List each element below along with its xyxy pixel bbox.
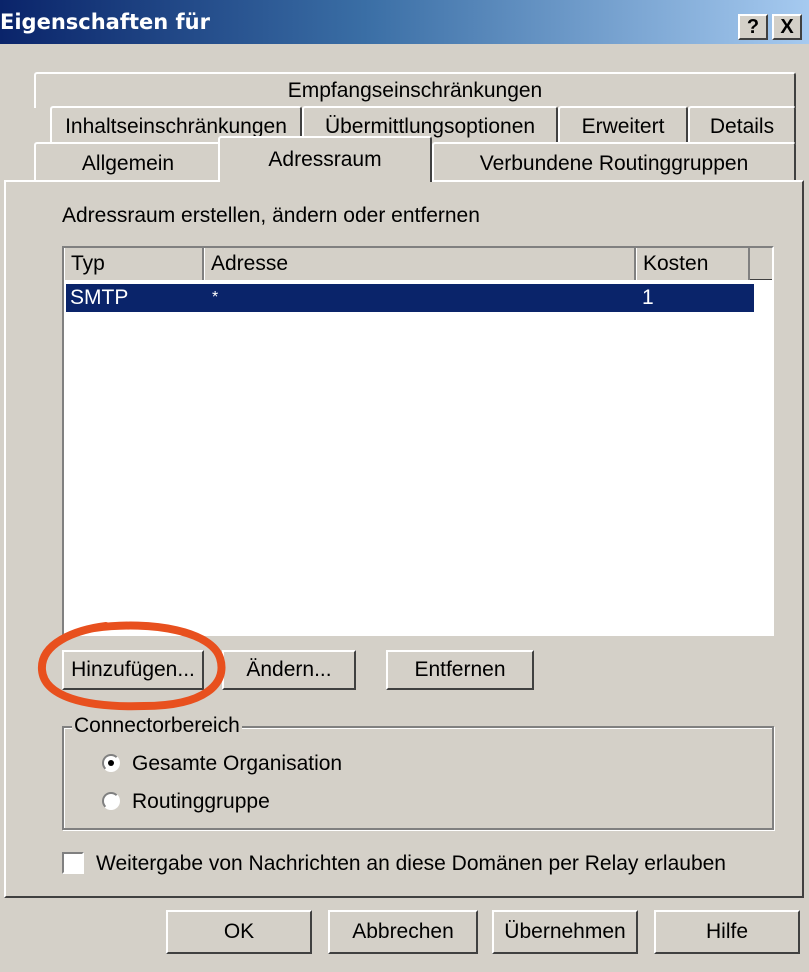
tab-label: Verbundene Routinggruppen: [479, 152, 749, 175]
column-header-typ[interactable]: Typ: [64, 248, 204, 280]
tab-label: Details: [709, 115, 775, 138]
radio-button[interactable]: [102, 792, 120, 810]
tab-empfangseinschraenkungen[interactable]: Empfangseinschränkungen: [34, 72, 796, 108]
connector-scope-group: [62, 726, 774, 830]
tab-label: Allgemein: [81, 152, 175, 175]
window-title: Eigenschaften für: [0, 10, 210, 34]
list-header: Typ Adresse Kosten: [64, 248, 772, 280]
radio-label: Gesamte Organisation: [132, 752, 343, 775]
help-button[interactable]: ?: [738, 14, 768, 40]
group-label: Connectorbereich: [72, 714, 242, 738]
radio-label: Routinggruppe: [132, 790, 270, 813]
cancel-button[interactable]: Abbrechen: [328, 910, 478, 954]
tab-label: Empfangseinschränkungen: [287, 79, 543, 102]
address-space-list[interactable]: Typ Adresse Kosten SMTP * 1: [62, 246, 774, 636]
tab-allgemein[interactable]: Allgemein: [34, 142, 222, 182]
apply-button[interactable]: Übernehmen: [492, 910, 638, 954]
help-dialog-button[interactable]: Hilfe: [654, 910, 800, 954]
column-header-adresse[interactable]: Adresse: [204, 248, 636, 280]
close-button[interactable]: X: [772, 14, 802, 40]
tab-label: Erweitert: [581, 115, 665, 138]
remove-button[interactable]: Entfernen: [386, 650, 534, 690]
tab-adressraum[interactable]: Adressraum: [218, 136, 432, 182]
tab-label: Adressraum: [268, 148, 382, 171]
cell-typ: SMTP: [70, 286, 129, 309]
table-row[interactable]: SMTP * 1: [66, 284, 754, 312]
tab-details[interactable]: Details: [688, 106, 796, 144]
cell-kosten: 1: [642, 286, 654, 309]
relay-checkbox[interactable]: [62, 852, 84, 874]
relay-checkbox-label: Weitergabe von Nachrichten an diese Domä…: [96, 852, 726, 875]
tab-label: Übermittlungsoptionen: [324, 115, 536, 138]
cell-adresse: *: [212, 289, 219, 306]
tab-verbundene-routinggruppen[interactable]: Verbundene Routinggruppen: [432, 142, 796, 182]
tab-label: Inhaltseinschränkungen: [65, 115, 287, 138]
ok-button[interactable]: OK: [166, 910, 312, 954]
edit-button[interactable]: Ändern...: [222, 650, 356, 690]
tab-erweitert[interactable]: Erweitert: [558, 106, 688, 144]
radio-button[interactable]: [102, 754, 120, 772]
highlight-circle-annotation: [38, 621, 226, 711]
column-header-kosten[interactable]: Kosten: [636, 248, 750, 280]
panel-description: Adressraum erstellen, ändern oder entfer…: [62, 204, 480, 227]
